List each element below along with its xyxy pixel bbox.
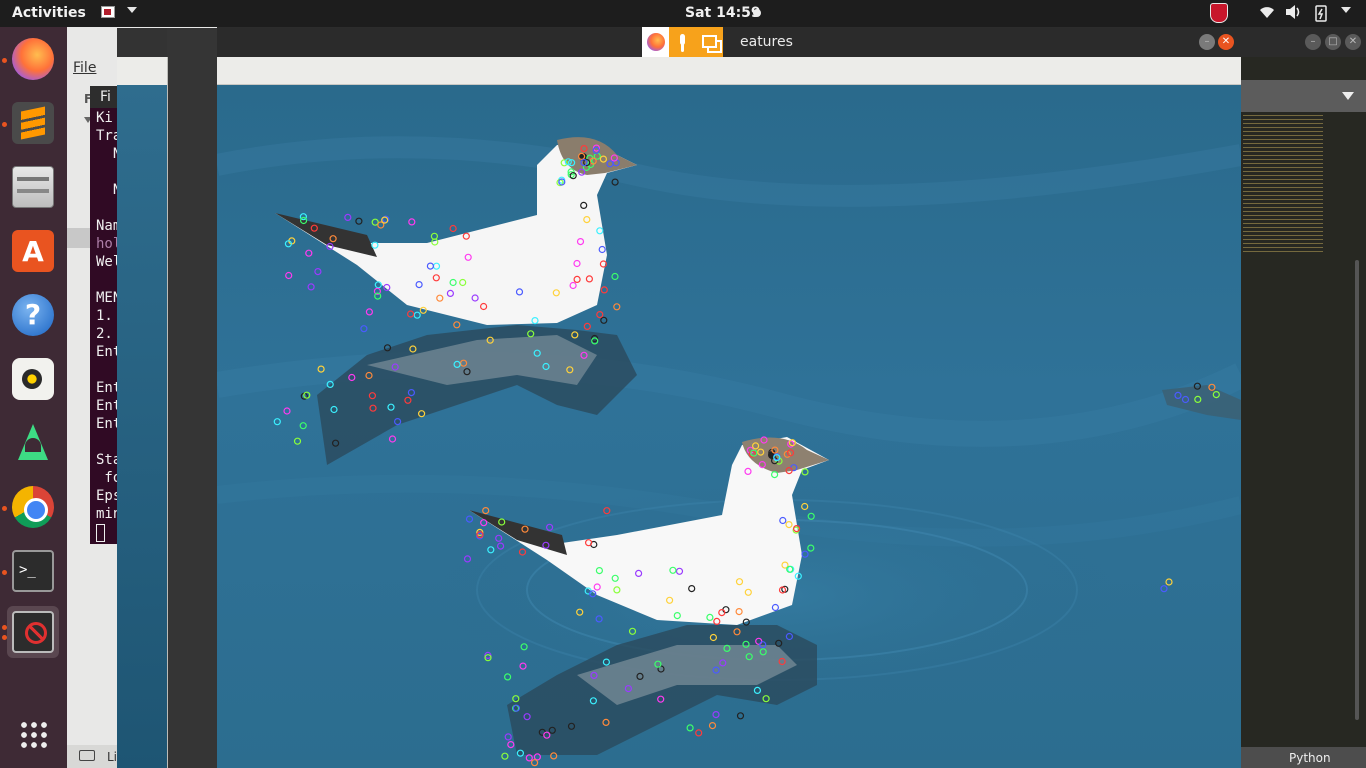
sublime-window[interactable]: – □ ✕ Python xyxy=(1241,27,1366,768)
forbidden-icon xyxy=(12,611,54,653)
dock-sublime-text[interactable] xyxy=(7,97,59,149)
close-icon[interactable]: ✕ xyxy=(1218,34,1234,50)
dock-terminal[interactable]: >_ xyxy=(7,545,59,597)
terminal-cursor xyxy=(96,524,105,542)
menu-file[interactable]: File xyxy=(73,60,96,76)
volume-icon[interactable] xyxy=(1285,4,1303,24)
ghost-window-frame xyxy=(167,28,217,768)
running-indicator xyxy=(2,58,7,63)
feature-image[interactable] xyxy=(217,85,1241,768)
running-indicator xyxy=(2,122,7,127)
dock-ubuntu-software[interactable]: A xyxy=(7,225,59,277)
activities-button[interactable]: Activities xyxy=(12,5,86,21)
software-icon: A xyxy=(12,230,54,272)
running-indicator xyxy=(2,635,7,640)
chrome-icon xyxy=(12,486,54,528)
screen-share-icon[interactable] xyxy=(696,27,723,57)
dock-files[interactable] xyxy=(7,161,59,213)
seagulls-photo xyxy=(217,85,1241,768)
terminal-line: 2. xyxy=(96,326,113,342)
chevron-down-icon[interactable] xyxy=(1342,92,1354,100)
terminal-icon: >_ xyxy=(12,550,54,592)
dock-image-window[interactable] xyxy=(7,606,59,658)
scrollbar[interactable] xyxy=(1355,260,1359,720)
power-menu-icon[interactable] xyxy=(1341,7,1351,13)
selected-row xyxy=(67,228,90,248)
shield-icon[interactable] xyxy=(1210,3,1228,23)
speaker-icon xyxy=(12,358,54,400)
dock: A ? >_ xyxy=(0,27,67,768)
files-icon xyxy=(12,166,54,208)
ghost-window-edge xyxy=(167,57,168,768)
monitor-icon xyxy=(79,750,95,761)
clock[interactable]: Sat 14:59 xyxy=(685,5,761,21)
app-menu-icon[interactable] xyxy=(101,6,115,18)
sublime-icon xyxy=(12,102,54,144)
apps-grid-icon[interactable] xyxy=(19,720,49,750)
minimize-icon[interactable]: – xyxy=(1199,34,1215,50)
syntax-indicator[interactable]: Python xyxy=(1241,747,1366,768)
chevron-down-icon[interactable] xyxy=(127,7,137,13)
running-indicator xyxy=(2,570,7,575)
maximize-icon[interactable]: □ xyxy=(1325,34,1341,50)
dock-chrome[interactable] xyxy=(7,481,59,533)
microphone-icon[interactable] xyxy=(669,27,696,57)
terminal-line: Ki xyxy=(96,110,113,126)
image-window-toolbar xyxy=(217,57,1241,85)
running-indicator xyxy=(2,506,7,511)
battery-icon[interactable] xyxy=(1315,4,1327,26)
dock-android-studio[interactable] xyxy=(7,417,59,469)
sharing-indicator xyxy=(642,27,723,57)
code-minimap[interactable] xyxy=(1243,115,1323,255)
sublime-titlebar: – □ ✕ xyxy=(1241,27,1366,57)
top-bar: Activities Sat 14:59 xyxy=(0,0,1366,27)
minimize-icon[interactable]: – xyxy=(1305,34,1321,50)
close-icon[interactable]: ✕ xyxy=(1345,34,1361,50)
dock-help[interactable]: ? xyxy=(7,289,59,341)
status-text: Li xyxy=(107,750,118,764)
firefox-icon xyxy=(12,38,54,80)
sublime-tab-bar xyxy=(1241,80,1366,112)
help-icon: ? xyxy=(12,294,54,336)
firefox-icon[interactable] xyxy=(642,27,669,57)
terminal-tab[interactable]: Fi xyxy=(90,86,120,108)
wifi-icon[interactable] xyxy=(1259,4,1275,24)
terminal-line: 1. xyxy=(96,308,113,324)
window-title: eatures xyxy=(740,34,793,50)
dock-firefox[interactable] xyxy=(7,33,59,85)
running-indicator xyxy=(2,625,7,630)
notification-dot xyxy=(753,9,761,17)
android-studio-icon xyxy=(12,422,54,464)
dock-rhythmbox[interactable] xyxy=(7,353,59,405)
